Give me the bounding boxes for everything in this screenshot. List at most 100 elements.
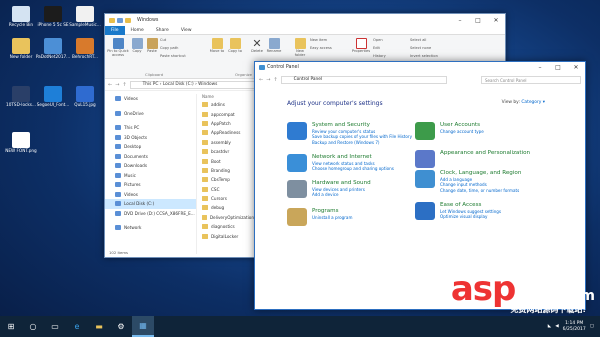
search-input[interactable]: Search Control Panel	[481, 75, 581, 84]
tab-file[interactable]: File	[105, 25, 125, 35]
category-link[interactable]: Change date, time, or number formats	[440, 188, 519, 193]
category-link[interactable]: Change input methods	[440, 182, 487, 187]
file-row[interactable]: AppReadiness	[199, 128, 254, 137]
properties-button[interactable]: Properties	[351, 38, 371, 54]
file-row[interactable]: Cursors	[199, 194, 254, 203]
category-title[interactable]: Appearance and Personalization	[440, 150, 530, 156]
invert-selection-button[interactable]: Invert selection	[410, 54, 450, 59]
close-button[interactable]: ✕	[487, 17, 505, 24]
delete-button[interactable]: ✕ Delete	[249, 38, 265, 54]
up-icon[interactable]: ↑	[273, 77, 277, 83]
category-link[interactable]: Add a device	[312, 192, 338, 197]
category-link[interactable]: View devices and printers	[312, 187, 365, 192]
forward-icon[interactable]: →	[115, 82, 119, 88]
nav-item[interactable]: Desktop	[105, 142, 196, 152]
category-link[interactable]: View network status and tasks	[312, 161, 375, 166]
file-row[interactable]: Branding	[199, 166, 254, 175]
settings-icon[interactable]: ⚙	[110, 316, 132, 337]
file-row[interactable]: debug	[199, 203, 254, 212]
minimize-button[interactable]: –	[531, 64, 549, 71]
nav-item[interactable]: OneDrive	[105, 109, 196, 119]
edit-button[interactable]: Edit	[373, 46, 403, 51]
maximize-button[interactable]: □	[469, 17, 487, 24]
tab-home[interactable]: Home	[125, 28, 150, 33]
desktop-icon[interactable]: BehrochRT...	[66, 38, 104, 60]
file-row[interactable]: assembly	[199, 138, 254, 147]
new-item-button[interactable]: New item	[310, 38, 342, 43]
history-button[interactable]: History	[373, 54, 403, 59]
category-link[interactable]: Backup and Restore (Windows 7)	[312, 140, 380, 145]
nav-item[interactable]: DVD Drive (D:) CCSA_X86FRE_E...	[105, 209, 196, 219]
category-icon[interactable]	[287, 180, 307, 198]
close-button[interactable]: ✕	[567, 64, 585, 71]
notifications-icon[interactable]: ▢	[590, 324, 594, 329]
copy-button[interactable]: Copy	[130, 38, 144, 54]
category-title[interactable]: Network and Internet	[312, 154, 372, 160]
copy-to-button[interactable]: Copy to	[227, 38, 243, 54]
minimize-button[interactable]: –	[451, 17, 469, 24]
breadcrumb-this-pc[interactable]: This PC	[143, 82, 159, 87]
nav-item[interactable]: Music	[105, 171, 196, 181]
nav-item[interactable]: Videos	[105, 94, 196, 104]
category-link[interactable]: Uninstall a program	[312, 215, 352, 220]
desktop-icon[interactable]: NEW FONT.png	[2, 132, 40, 154]
task-view-icon[interactable]: ▭	[44, 316, 66, 337]
nav-item[interactable]: Pictures	[105, 180, 196, 190]
category-icon[interactable]	[287, 154, 307, 172]
breadcrumb-local-disk[interactable]: Local Disk (C:)	[163, 82, 194, 87]
tab-view[interactable]: View	[175, 28, 198, 33]
up-icon[interactable]: ↑	[122, 82, 126, 88]
nav-item[interactable]: 3D Objects	[105, 133, 196, 143]
file-row[interactable]: AppPatch	[199, 119, 254, 128]
nav-item[interactable]: Videos	[105, 190, 196, 200]
network-icon[interactable]: ◣	[548, 324, 551, 329]
paste-button[interactable]: Paste	[145, 38, 159, 54]
category-icon[interactable]	[415, 170, 435, 188]
desktop-icon[interactable]: QuL15.jpg	[66, 86, 104, 108]
category-link[interactable]: Save backup copies of your files with Fi…	[312, 134, 412, 139]
nav-item[interactable]: Downloads	[105, 161, 196, 171]
forward-icon[interactable]: →	[266, 77, 270, 83]
pin-button[interactable]: Pin to Quick access	[107, 38, 129, 58]
category-link[interactable]: Choose homegroup and sharing options	[312, 166, 394, 171]
tab-share[interactable]: Share	[150, 28, 175, 33]
clock[interactable]: 1:14 PM 6/25/2017	[563, 321, 586, 332]
back-icon[interactable]: ←	[108, 82, 112, 88]
file-row[interactable]: Boot	[199, 156, 254, 165]
cortana-icon[interactable]: ○	[22, 316, 44, 337]
category-title[interactable]: Programs	[312, 208, 339, 214]
rename-button[interactable]: Rename	[266, 38, 282, 54]
file-row[interactable]: bcastdvr	[199, 147, 254, 156]
new-folder-icon[interactable]	[125, 17, 131, 23]
file-explorer-icon[interactable]: ▬	[88, 316, 110, 337]
file-row[interactable]: appcompat	[199, 109, 254, 118]
category-icon[interactable]	[287, 122, 307, 140]
select-none-button[interactable]: Select none	[410, 46, 450, 51]
file-row[interactable]: DeliveryOptimization	[199, 213, 254, 222]
category-title[interactable]: System and Security	[312, 122, 370, 128]
copy-path-button[interactable]: Copy path	[160, 46, 200, 51]
category-icon[interactable]	[415, 202, 435, 220]
category-link[interactable]: Change account type	[440, 129, 484, 134]
category-title[interactable]: Clock, Language, and Region	[440, 170, 521, 176]
volume-icon[interactable]: ◀	[555, 324, 558, 329]
nav-item[interactable]: Documents	[105, 152, 196, 162]
category-icon[interactable]	[287, 208, 307, 226]
nav-item[interactable]: Network	[105, 223, 196, 233]
nav-item[interactable]: This PC	[105, 123, 196, 133]
category-icon[interactable]	[415, 150, 435, 168]
category-link[interactable]: Add a language	[440, 177, 472, 182]
category-title[interactable]: Ease of Access	[440, 202, 481, 208]
paste-shortcut-button[interactable]: Paste shortcut	[160, 54, 200, 59]
control-panel-taskbar-icon[interactable]: ▦	[132, 316, 154, 337]
file-row[interactable]: CSC	[199, 185, 254, 194]
category-icon[interactable]	[415, 122, 435, 140]
file-row[interactable]: CbsTemp	[199, 175, 254, 184]
file-row[interactable]: DigitalLocker	[199, 231, 254, 240]
category-link[interactable]: Optimize visual display	[440, 214, 487, 219]
explorer-titlebar[interactable]: Windows – □ ✕	[105, 14, 505, 26]
cut-button[interactable]: Cut	[160, 38, 200, 43]
move-to-button[interactable]: Move to	[209, 38, 225, 54]
back-icon[interactable]: ←	[259, 77, 263, 83]
category-link[interactable]: Let Windows suggest settings	[440, 209, 501, 214]
